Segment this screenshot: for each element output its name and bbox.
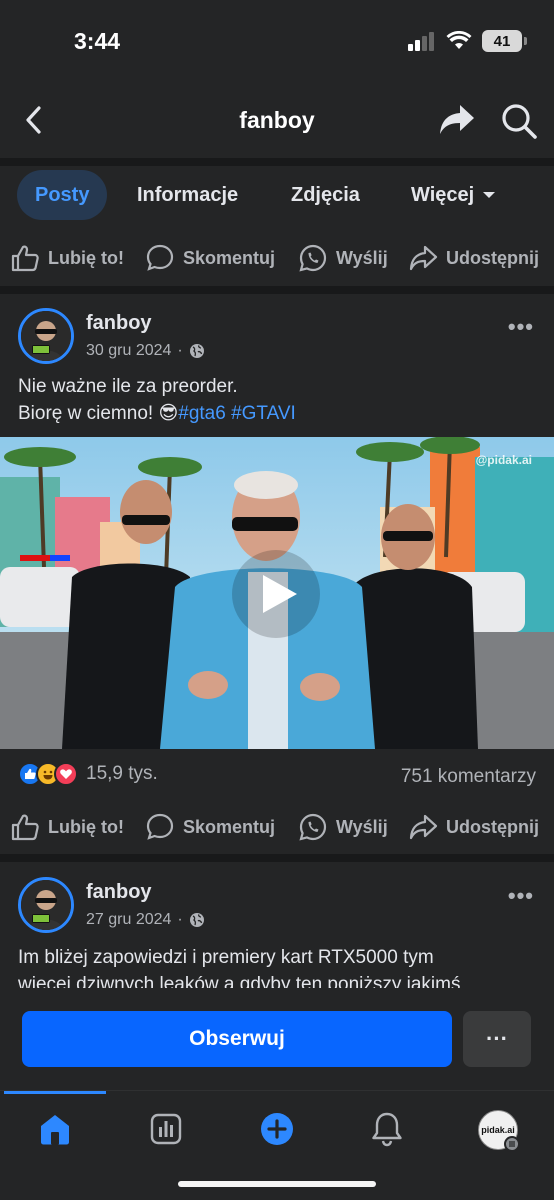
globe-icon — [189, 344, 204, 358]
post-share-button[interactable]: Udostępnij — [408, 803, 539, 851]
post-author[interactable]: fanboy — [86, 881, 152, 904]
status-icons: 41 — [408, 30, 527, 52]
reactions-summary[interactable]: 15,9 tys. — [18, 762, 158, 786]
hashtag-link[interactable]: #gta6 — [178, 403, 226, 424]
thumbs-up-icon — [11, 814, 39, 841]
post-like-button[interactable]: Lubię to! — [10, 803, 124, 851]
notifications-tab[interactable] — [367, 1109, 407, 1149]
status-time: 3:44 — [74, 28, 121, 54]
nav-bar: fanboy — [0, 80, 554, 158]
globe-icon — [189, 913, 204, 927]
reaction-icons — [18, 762, 78, 786]
post-video[interactable]: @pidak.ai — [0, 437, 554, 749]
post-author[interactable]: fanboy — [86, 312, 152, 335]
post-date: 27 gru 2024 — [86, 911, 172, 928]
post-date: 30 gru 2024 — [86, 342, 172, 359]
profile-avatar-label: pidak.ai — [481, 1125, 515, 1135]
active-tab-indicator — [4, 1091, 106, 1094]
comment-label: Skomentuj — [183, 816, 276, 837]
share-icon[interactable] — [438, 102, 476, 138]
section-divider — [0, 854, 554, 862]
post-text-line-2: Biorę w ciemno! 😎#gta6 #GTAVI — [18, 400, 538, 427]
battery-indicator: 41 — [482, 30, 527, 52]
tab-wiecej[interactable]: Więcej — [411, 170, 496, 220]
post-options-button[interactable]: ••• — [508, 314, 534, 340]
post-send-button[interactable]: Wyślij — [298, 803, 388, 851]
post-text-line: więcej dziwnych leaków a gdyby ten poniż… — [18, 974, 461, 988]
send-label: Wyślij — [336, 247, 388, 268]
tab-posty[interactable]: Posty — [17, 170, 108, 220]
post-text-line: Nie ważne ile za preorder. — [18, 376, 238, 397]
post-text: Im bliżej zapowiedzi i premiery kart RTX… — [18, 944, 538, 988]
follow-button[interactable]: Obserwuj — [22, 1011, 452, 1067]
home-icon — [41, 1115, 69, 1145]
post-action-row: Lubię to! Skomentuj Wyślij Udostępnij — [0, 803, 554, 851]
separator-dot: · — [177, 911, 183, 928]
avatar[interactable] — [18, 877, 74, 933]
more-options-button[interactable]: ··· — [463, 1011, 531, 1067]
comment-button[interactable]: Skomentuj — [145, 234, 275, 282]
post-text: Nie ważne ile za preorder. Biorę w ciemn… — [18, 373, 538, 427]
dashboard-tab[interactable] — [146, 1109, 186, 1149]
tab-zdjecia[interactable]: Zdjęcia — [291, 170, 360, 220]
reaction-count: 15,9 tys. — [86, 763, 158, 784]
cellular-signal-icon — [408, 32, 434, 51]
caret-down-icon — [483, 192, 496, 198]
post-text-segment: Biorę w ciemno! 😎 — [18, 403, 179, 424]
comment-label: Skomentuj — [183, 247, 276, 268]
tab-wiecej-label: Więcej — [411, 184, 475, 206]
plus-circle-icon — [261, 1113, 293, 1145]
home-indicator — [178, 1181, 376, 1187]
share-label: Udostępnij — [446, 247, 539, 268]
send-button[interactable]: Wyślij — [298, 234, 388, 282]
like-button[interactable]: Lubię to! — [10, 234, 124, 282]
avatar[interactable] — [18, 308, 74, 364]
post-header: fanboy 27 gru 2024 · ••• — [0, 877, 554, 947]
thumbs-up-icon — [11, 245, 39, 272]
create-tab[interactable] — [257, 1109, 297, 1149]
post-meta: 30 gru 2024 · — [86, 342, 205, 360]
love-reaction-icon — [54, 762, 78, 786]
post-meta: 27 gru 2024 · — [86, 911, 205, 929]
profile-tab[interactable]: pidak.ai — [477, 1109, 520, 1152]
follow-bar: Obserwuj ··· — [0, 1000, 554, 1090]
comment-bubble-icon — [146, 244, 174, 271]
avatar-image-icon — [21, 311, 71, 361]
wifi-icon — [446, 31, 472, 49]
whatsapp-icon — [299, 813, 327, 841]
post-text-line: Im bliżej zapowiedzi i premiery kart RTX… — [18, 947, 434, 968]
insights-icon — [150, 1113, 182, 1145]
post-comment-button[interactable]: Skomentuj — [145, 803, 275, 851]
home-tab[interactable] — [35, 1109, 75, 1149]
section-divider — [0, 158, 554, 166]
profile-avatar: pidak.ai — [478, 1110, 520, 1152]
share-label: Udostępnij — [446, 816, 539, 837]
comment-count[interactable]: 751 komentarzy — [401, 766, 536, 788]
share-arrow-icon — [409, 814, 438, 840]
video-thumbnail — [0, 437, 554, 749]
like-label: Lubię to! — [48, 816, 124, 837]
post-options-button[interactable]: ••• — [508, 883, 534, 909]
separator-dot: · — [177, 342, 183, 359]
share-button[interactable]: Udostępnij — [408, 234, 539, 282]
tab-informacje[interactable]: Informacje — [137, 170, 238, 220]
whatsapp-icon — [299, 244, 327, 272]
send-label: Wyślij — [336, 816, 388, 837]
status-bar: 3:44 41 — [0, 0, 554, 80]
share-arrow-icon — [409, 245, 438, 271]
page-action-row: Lubię to! Skomentuj Wyślij Udostępnij — [0, 234, 554, 282]
avatar-image-icon — [21, 880, 71, 930]
post-header: fanboy 30 gru 2024 · ••• — [0, 308, 554, 378]
video-watermark: @pidak.ai — [475, 453, 532, 467]
section-divider — [0, 286, 554, 294]
like-label: Lubię to! — [48, 247, 124, 268]
comment-bubble-icon — [146, 813, 174, 840]
search-icon[interactable] — [500, 102, 538, 140]
bell-icon — [372, 1112, 402, 1147]
menu-badge-icon — [504, 1136, 520, 1152]
hashtag-link[interactable]: #GTAVI — [231, 403, 296, 424]
profile-tabs: Posty Informacje Zdjęcia Więcej — [0, 166, 554, 224]
